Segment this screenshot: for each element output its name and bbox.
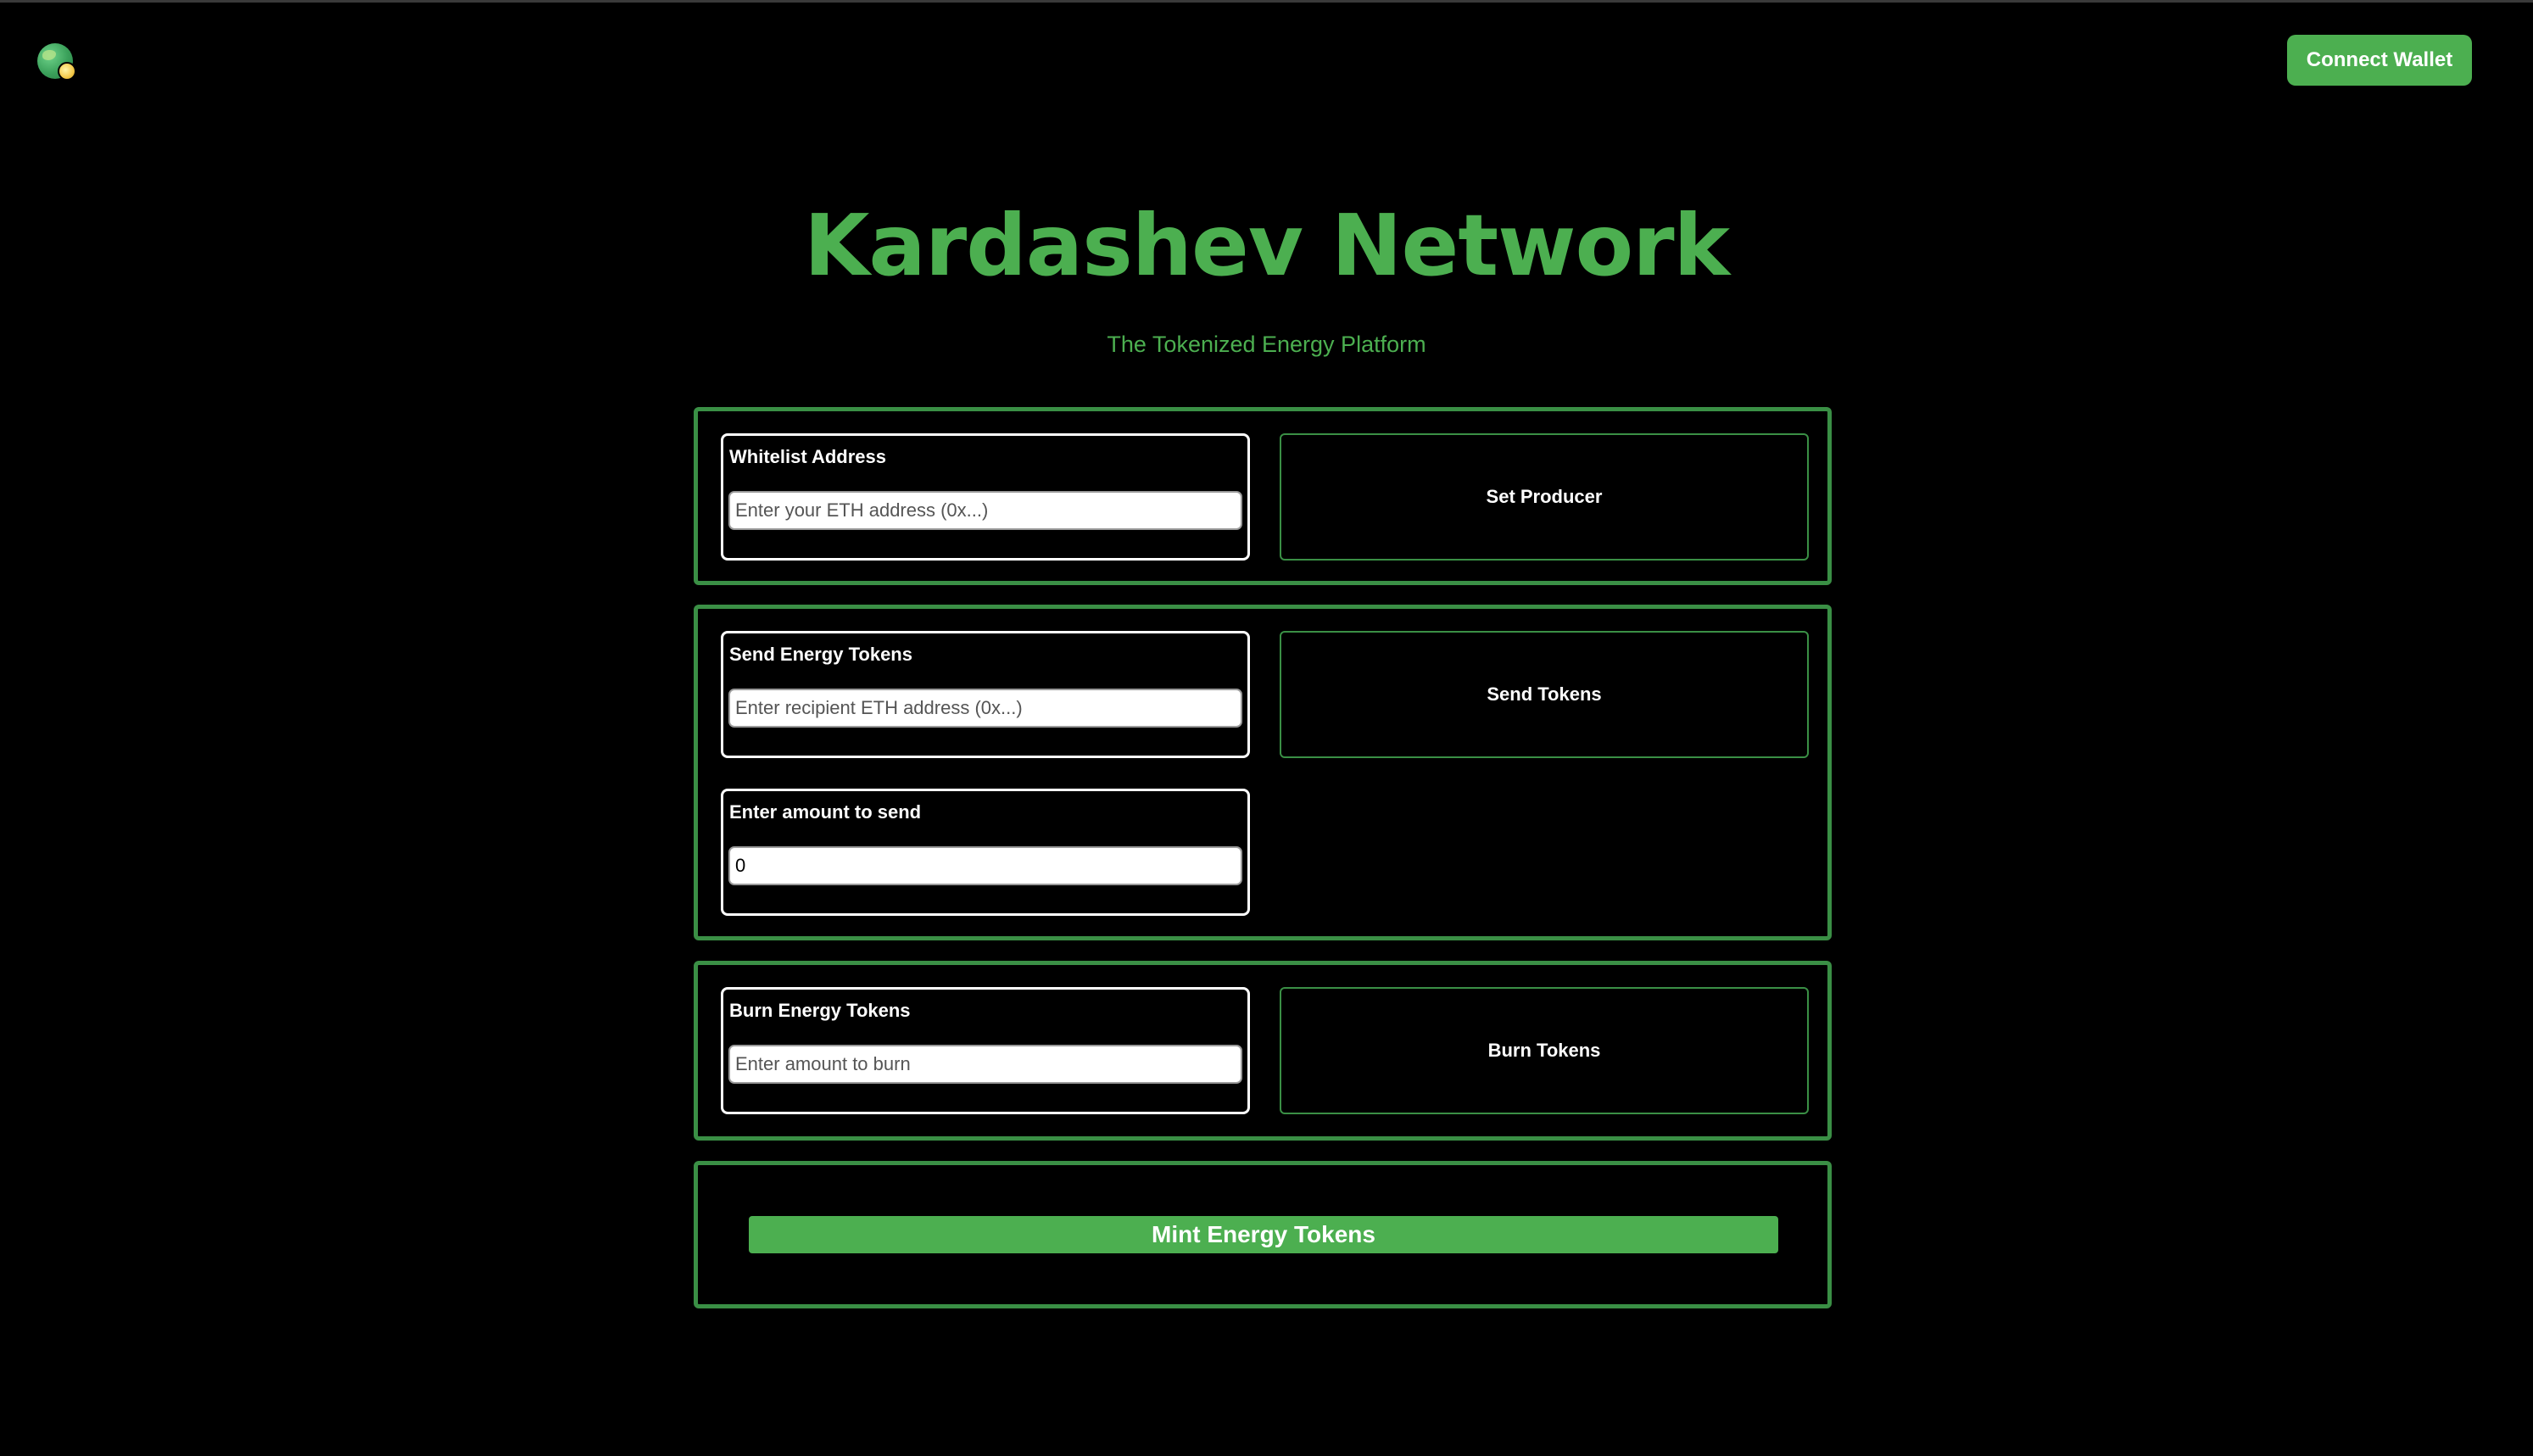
send-amount-card: Enter amount to send: [721, 789, 1250, 916]
send-tokens-button[interactable]: Send Tokens: [1280, 631, 1809, 758]
mint-panel: Mint Energy Tokens: [694, 1161, 1832, 1308]
burn-panel: Burn Energy Tokens Burn Tokens: [694, 961, 1832, 1141]
send-panel: Send Energy Tokens Enter amount to send …: [694, 605, 1832, 940]
whitelist-panel: Whitelist Address Set Producer: [694, 407, 1832, 585]
send-amount-input[interactable]: [728, 846, 1242, 885]
burn-label: Burn Energy Tokens: [729, 1000, 911, 1021]
whitelist-label: Whitelist Address: [729, 446, 886, 467]
burn-amount-input[interactable]: [728, 1045, 1242, 1084]
whitelist-field-card: Whitelist Address: [721, 433, 1250, 561]
mint-energy-tokens-button[interactable]: Mint Energy Tokens: [749, 1216, 1778, 1253]
burn-tokens-button[interactable]: Burn Tokens: [1280, 987, 1809, 1114]
sun-badge-icon: [58, 62, 76, 81]
connect-wallet-button[interactable]: Connect Wallet: [2287, 35, 2472, 86]
globe-land-shape: [42, 50, 56, 60]
page-title: Kardashev Network: [803, 196, 1730, 295]
page-subtitle: The Tokenized Energy Platform: [1107, 332, 1426, 357]
app-page: Connect Wallet Kardashev Network The Tok…: [0, 0, 2533, 1456]
send-label: Send Energy Tokens: [729, 644, 912, 665]
burn-field-card: Burn Energy Tokens: [721, 987, 1250, 1114]
send-address-card: Send Energy Tokens: [721, 631, 1250, 758]
whitelist-address-input[interactable]: [728, 491, 1242, 530]
set-producer-button[interactable]: Set Producer: [1280, 433, 1809, 561]
recipient-address-input[interactable]: [728, 689, 1242, 728]
globe-icon[interactable]: [37, 43, 76, 81]
send-amount-label: Enter amount to send: [729, 801, 922, 823]
